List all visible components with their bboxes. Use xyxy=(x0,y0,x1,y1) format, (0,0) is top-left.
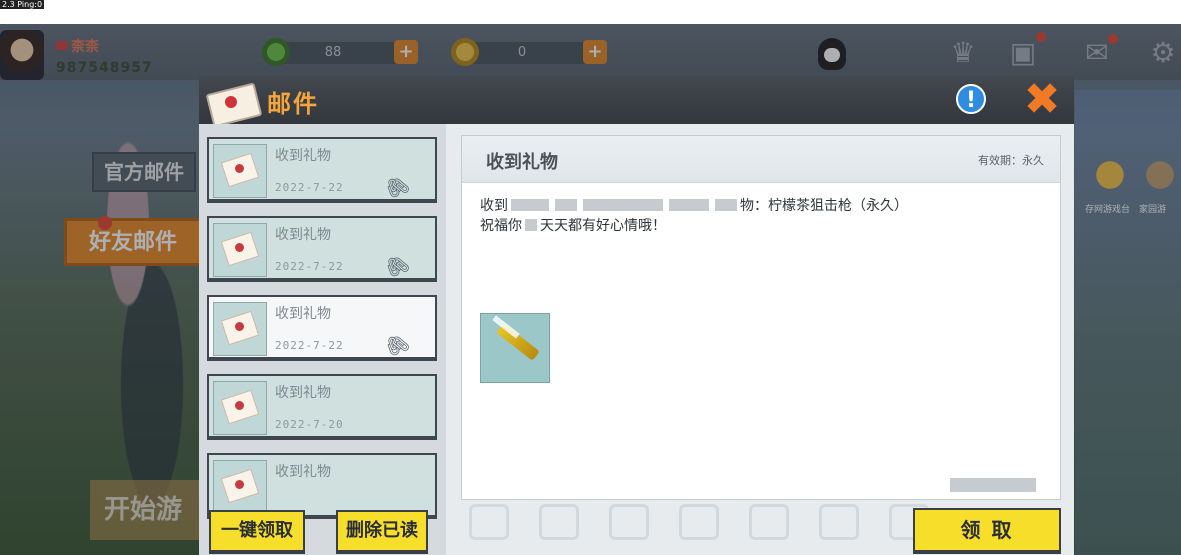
mail-item-title: 收到礼物 xyxy=(275,227,331,243)
mail-item[interactable]: 收到礼物 2022-7-22 🖇 xyxy=(207,216,437,284)
mail-item[interactable]: 收到礼物 2022-7-20 xyxy=(207,374,437,440)
delete-read-button[interactable]: 删除已读 xyxy=(336,510,428,554)
ping-label: 2.3 Ping:0 xyxy=(0,0,45,9)
redacted-text xyxy=(950,478,1036,492)
mail-body-line-2: 祝福你 天天都有好心情哦！ xyxy=(480,215,666,235)
mail-detail-header: 收到礼物 有效期：永久 xyxy=(462,136,1060,183)
mail-item-title: 收到礼物 xyxy=(275,148,331,164)
claim-all-button[interactable]: 一键领取 xyxy=(209,510,305,554)
mail-item-title: 收到礼物 xyxy=(275,385,331,401)
mail-panel-header: 邮件 ! ✖ xyxy=(199,76,1074,128)
mail-item[interactable]: 收到礼物 2022-7-22 🖇 xyxy=(207,137,437,205)
mail-item-date: 2022-7-22 xyxy=(275,181,344,194)
close-button[interactable]: ✖ xyxy=(1017,76,1067,124)
envelope-icon xyxy=(213,381,267,435)
claim-button[interactable]: 领 取 xyxy=(913,508,1061,554)
body-text: 天天都有好心情哦！ xyxy=(540,218,666,234)
mail-subject: 收到礼物 xyxy=(486,152,558,173)
mail-body-line-1: 收到 物：柠檬茶狙击枪（永久） xyxy=(480,195,908,215)
paperclip-icon: 🖇 xyxy=(379,327,414,363)
mail-list[interactable]: 收到礼物 2022-7-22 🖇 收到礼物 2022-7-22 🖇 收到礼物 2… xyxy=(199,124,446,555)
paperclip-icon: 🖇 xyxy=(379,248,414,284)
paperclip-icon: 🖇 xyxy=(379,169,414,205)
body-text: 祝福你 xyxy=(480,218,522,234)
mail-item-date: 2022-7-22 xyxy=(275,339,344,352)
body-text: 物：柠檬茶狙击枪（永久） xyxy=(740,198,908,214)
envelope-icon xyxy=(213,460,267,514)
validity-label: 有效期：永久 xyxy=(978,154,1044,167)
mail-panel: 邮件 ! ✖ 收到礼物 2022-7-22 🖇 收到礼物 2022-7-22 🖇… xyxy=(199,76,1074,555)
info-button[interactable]: ! xyxy=(956,84,986,114)
envelope-icon xyxy=(213,223,267,277)
envelope-icon xyxy=(213,144,267,198)
mail-item-title: 收到礼物 xyxy=(275,306,331,322)
mail-panel-title: 邮件 xyxy=(267,90,319,118)
body-text: 收到 xyxy=(480,198,508,214)
mail-item-date: 2022-7-22 xyxy=(275,260,344,273)
mail-detail: 收到礼物 有效期：永久 收到 物：柠檬茶狙击枪（永久） 祝福你 天天都有好心情哦！ xyxy=(461,135,1061,500)
lemon-tea-sniper-rifle-icon[interactable] xyxy=(480,313,550,383)
mail-item-title: 收到礼物 xyxy=(275,464,331,480)
mail-item-selected[interactable]: 收到礼物 2022-7-22 🖇 xyxy=(207,295,437,363)
envelope-icon xyxy=(205,80,263,128)
mail-item-date: 2022-7-20 xyxy=(275,418,344,431)
envelope-icon xyxy=(213,302,267,356)
